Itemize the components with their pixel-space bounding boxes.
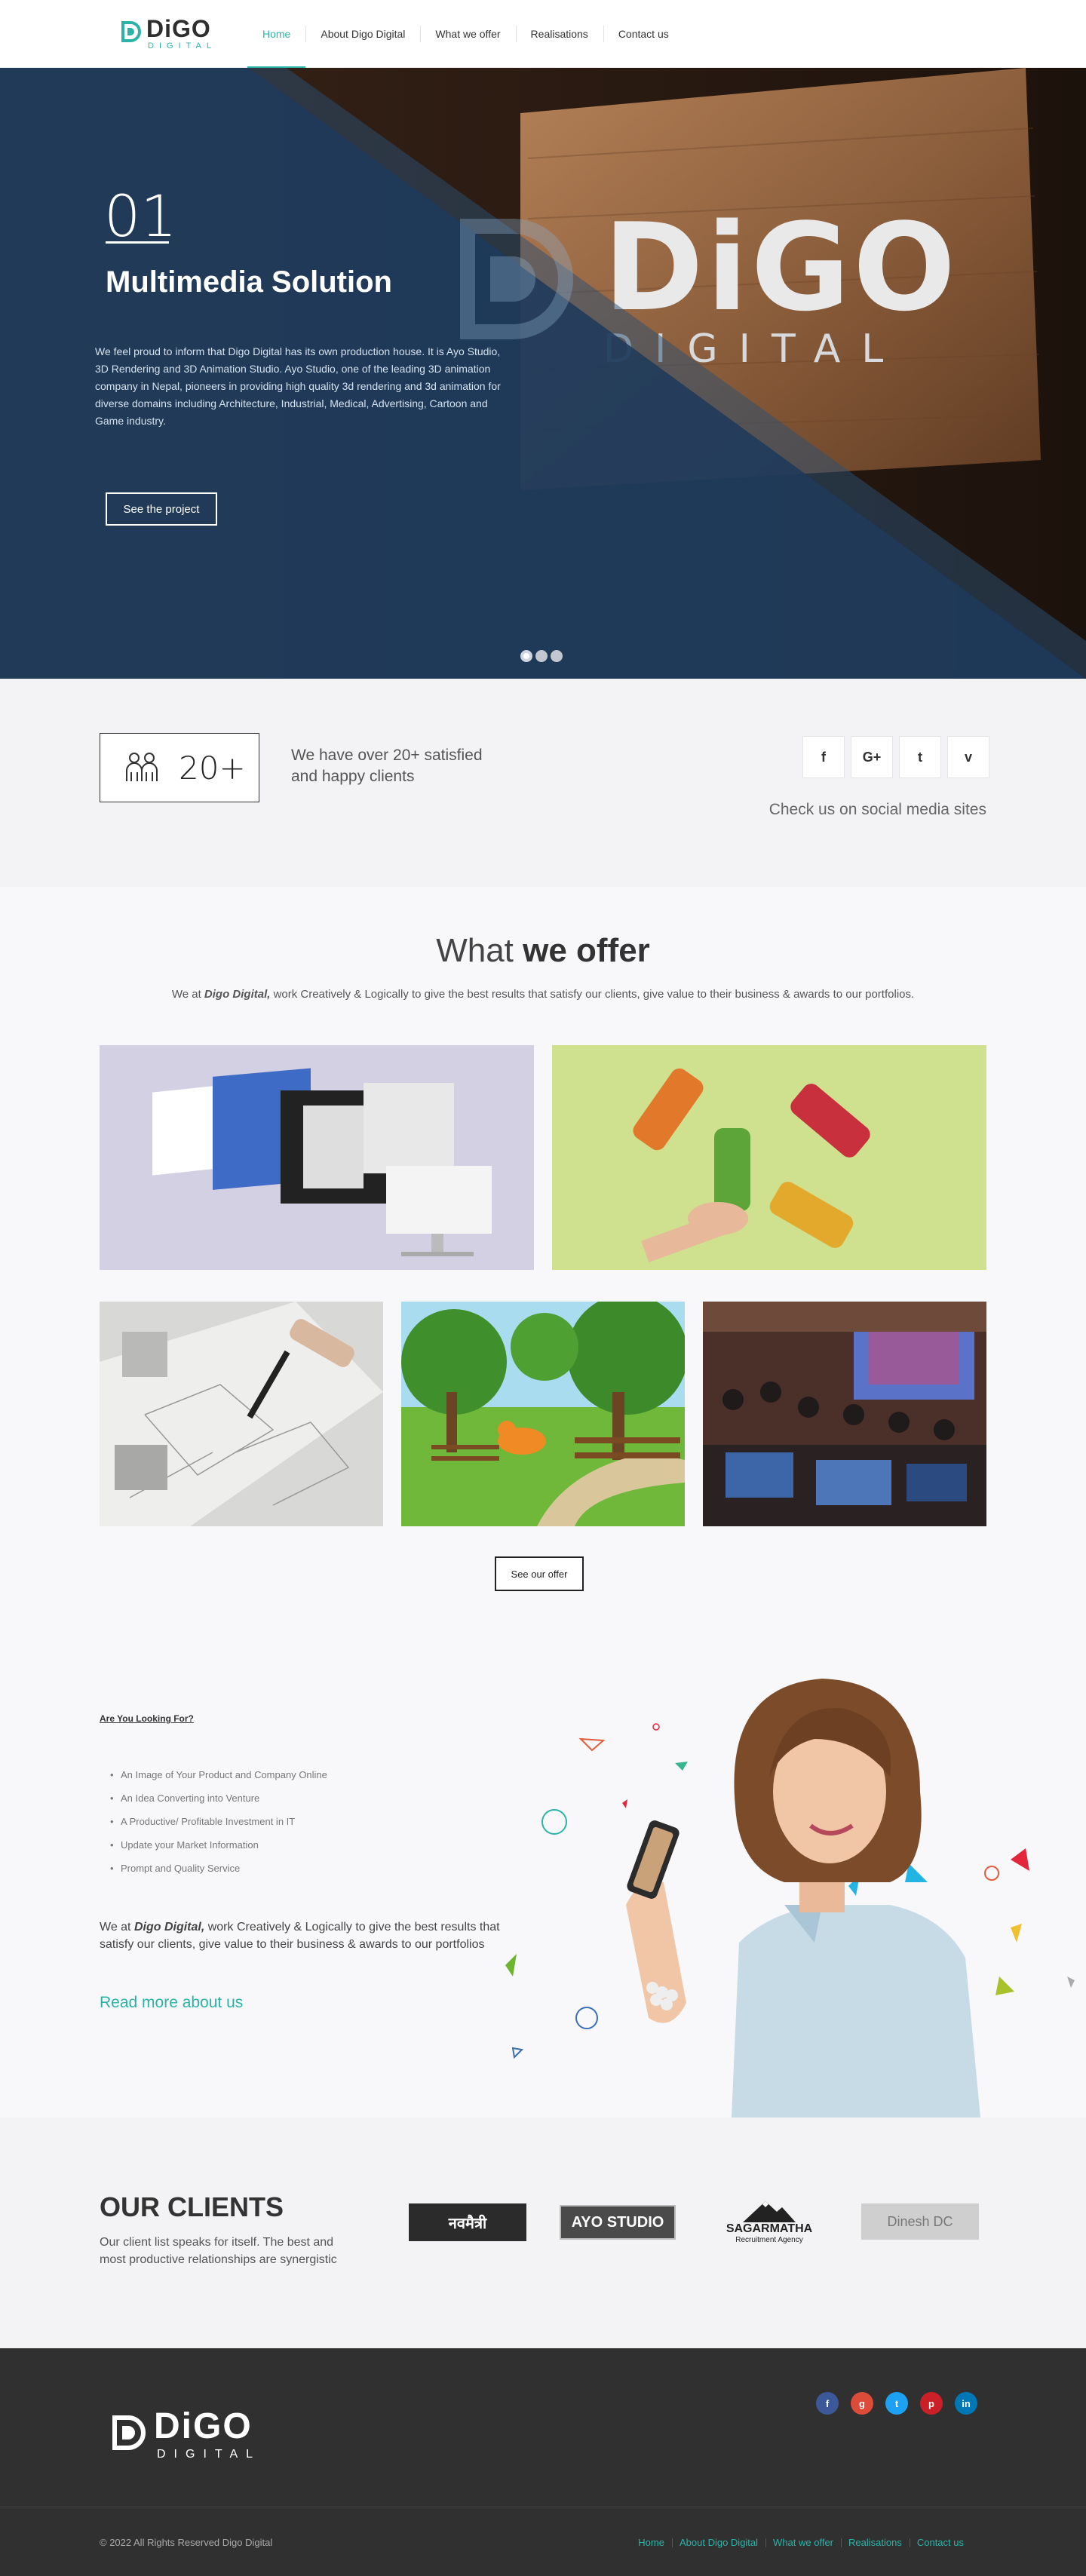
list-item: An Idea Converting into Venture xyxy=(110,1792,327,1816)
read-more-link[interactable]: Read more about us xyxy=(100,1994,243,2012)
people-icon xyxy=(126,753,158,781)
pinterest-icon[interactable]: p xyxy=(920,2392,943,2415)
hero-description: We feel proud to inform that Digo Digita… xyxy=(95,345,501,427)
logo-subtitle: DIGITAL xyxy=(148,41,216,51)
social-caption: Check us on social media sites xyxy=(768,801,986,818)
svg-text:DiGO: DiGO xyxy=(603,197,959,338)
facebook-icon[interactable]: f xyxy=(802,736,845,778)
list-item: A Productive/ Profitable Investment in I… xyxy=(110,1816,327,1839)
offer-tile-event-management[interactable] xyxy=(703,1302,986,1526)
site-logo[interactable]: DiGO DIGITAL xyxy=(121,17,216,51)
clients-count-box: 20+ xyxy=(100,733,259,802)
slider-dot-3[interactable] xyxy=(551,650,563,662)
logo-mark-icon xyxy=(121,21,141,42)
architecture-image xyxy=(100,1302,383,1526)
offer-tile-web-design[interactable] xyxy=(100,1045,534,1270)
footer-nav-contact[interactable]: Contact us xyxy=(909,2537,971,2548)
woman-with-phone-image xyxy=(505,1679,1075,2118)
page: DiGO DIGITAL Home About Digo Digital Wha… xyxy=(0,0,1086,2576)
client-logo-navamaitri[interactable]: नवमैत्री xyxy=(409,2203,526,2241)
cartoon-tiger-image xyxy=(401,1302,685,1526)
client-logo-sagarmatha[interactable]: SAGARMATHA Recruitment Agency xyxy=(710,2196,828,2249)
footer-nav-home[interactable]: Home xyxy=(630,2537,672,2548)
hero-title: Multimedia Solution xyxy=(106,265,392,299)
nav-about[interactable]: About Digo Digital xyxy=(305,0,420,68)
see-project-button[interactable]: See the project xyxy=(106,492,217,526)
offer-tile-architecture[interactable] xyxy=(100,1302,383,1526)
clients-title: OUR CLIENTS xyxy=(100,2191,284,2222)
list-item: An Image of Your Product and Company Onl… xyxy=(110,1769,327,1792)
looking-for-section: Are You Looking For? An Image of Your Pr… xyxy=(0,1626,1086,2118)
google-plus-icon[interactable]: g xyxy=(851,2392,873,2415)
footer-social-links: f g t p in xyxy=(816,2392,977,2415)
offer-section: What we offer We at Digo Digital, work C… xyxy=(0,887,1086,1626)
google-plus-icon[interactable]: G+ xyxy=(851,736,893,778)
footer-nav-realisations[interactable]: Realisations xyxy=(841,2537,910,2548)
looking-for-body: We at Digo Digital, work Creatively & Lo… xyxy=(100,1921,500,1951)
client-logo-dinesh-dc[interactable]: Dinesh DC xyxy=(861,2203,979,2240)
site-footer: DiGO DIGITAL f g t p in © 2022 All Right… xyxy=(0,2348,1086,2576)
web-mockup-image xyxy=(100,1045,534,1270)
footer-nav: Home About Digo Digital What we offer Re… xyxy=(630,2537,971,2548)
footer-nav-about[interactable]: About Digo Digital xyxy=(671,2537,765,2548)
hero-slider: DiGO DIGITAL 01 Multimedia Solution We f… xyxy=(0,68,1086,679)
looking-for-list: An Image of Your Product and Company Onl… xyxy=(110,1769,327,1886)
see-offer-button[interactable]: See our offer xyxy=(495,1556,584,1591)
offer-tile-product-design[interactable] xyxy=(552,1045,986,1270)
footer-logo-word: DiGO xyxy=(154,2406,253,2446)
nav-what-we-offer[interactable]: What we offer xyxy=(420,0,515,68)
vimeo-icon[interactable]: v xyxy=(947,736,989,778)
hero-slide-number: 01 xyxy=(104,182,177,250)
footer-logo-subtitle: DIGITAL xyxy=(157,2448,262,2461)
facebook-icon[interactable]: f xyxy=(816,2392,839,2415)
twitter-icon[interactable]: t xyxy=(885,2392,908,2415)
event-hall-image xyxy=(703,1302,986,1526)
stats-section: 20+ We have over 20+ satisfied and happy… xyxy=(0,679,1086,887)
nav-contact[interactable]: Contact us xyxy=(603,0,684,68)
slider-dot-2[interactable] xyxy=(535,650,548,662)
looking-for-title: Are You Looking For? xyxy=(100,1713,194,1724)
client-logo-ayo-studio[interactable]: AYO STUDIO xyxy=(560,2205,676,2240)
offer-tile-animation[interactable] xyxy=(401,1302,685,1526)
offer-title: What we offer xyxy=(436,932,650,969)
slider-dot-1[interactable] xyxy=(520,650,532,662)
footer-logo[interactable]: DiGO DIGITAL xyxy=(112,2409,261,2461)
clients-count: 20+ xyxy=(179,749,246,787)
twitter-icon[interactable]: t xyxy=(899,736,941,778)
main-nav: Home About Digo Digital What we offer Re… xyxy=(247,0,684,69)
juice-bottles-image xyxy=(552,1045,986,1270)
linkedin-icon[interactable]: in xyxy=(955,2392,977,2415)
clients-count-text: We have over 20+ satisfied and happy cli… xyxy=(291,747,483,785)
offer-subtitle: We at Digo Digital, work Creatively & Lo… xyxy=(171,988,915,1001)
slider-dots xyxy=(520,650,563,662)
social-links: f G+ t v xyxy=(802,736,989,778)
logo-word: DiGO xyxy=(146,15,211,42)
list-item: Prompt and Quality Service xyxy=(110,1863,327,1886)
nav-home[interactable]: Home xyxy=(247,0,306,69)
nav-realisations[interactable]: Realisations xyxy=(515,0,603,68)
mountain-icon xyxy=(743,2200,796,2222)
hero-divider xyxy=(106,241,169,244)
site-header: DiGO DIGITAL Home About Digo Digital Wha… xyxy=(0,0,1086,69)
footer-logo-mark-icon xyxy=(112,2415,146,2450)
clients-description: Our client list speaks for itself. The b… xyxy=(100,2236,337,2266)
footer-nav-what-we-offer[interactable]: What we offer xyxy=(765,2537,841,2548)
clients-section: OUR CLIENTS Our client list speaks for i… xyxy=(0,2118,1086,2348)
list-item: Update your Market Information xyxy=(110,1839,327,1863)
copyright-text: © 2022 All Rights Reserved Digo Digital xyxy=(100,2537,273,2548)
